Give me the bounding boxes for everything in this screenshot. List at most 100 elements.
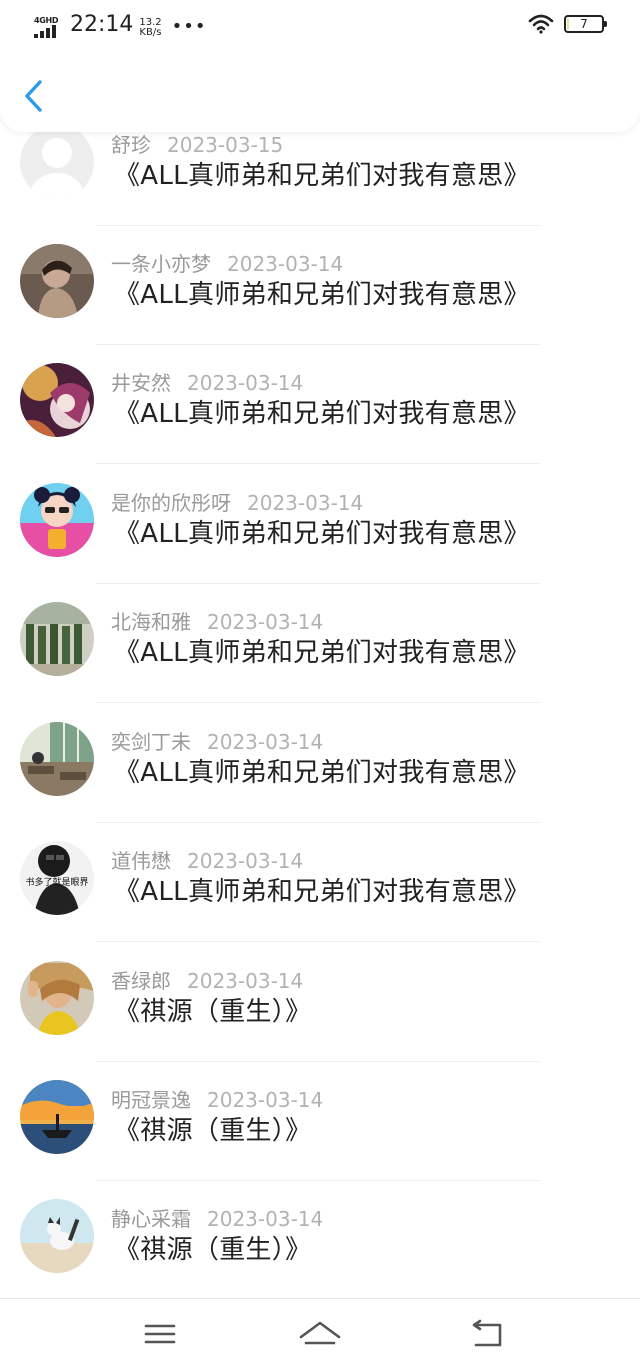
avatar[interactable] (20, 483, 94, 557)
list-item[interactable]: 北海和雅 2023-03-14 《ALL真师弟和兄弟们对我有意思》 (0, 602, 640, 721)
avatar[interactable] (20, 363, 94, 437)
avatar[interactable] (20, 244, 94, 318)
back-button[interactable] (20, 78, 48, 114)
avatar[interactable] (20, 1199, 94, 1273)
soldiers-avatar (20, 602, 94, 676)
date: 2023-03-14 (207, 1207, 324, 1231)
list-item[interactable]: 香绿郎 2023-03-14 《祺源（重生）》 (0, 961, 640, 1080)
anime-avatar (20, 363, 94, 437)
menu-icon (144, 1324, 176, 1344)
sunset-boat-avatar (20, 1080, 94, 1154)
battery-level: 7 (580, 17, 588, 31)
list-item[interactable]: 一条小亦梦 2023-03-14 《ALL真师弟和兄弟们对我有意思》 (0, 244, 640, 363)
divider (96, 941, 540, 942)
cat-avatar (20, 1199, 94, 1273)
status-left: 4GHD 22:14 13.2 KB/s ••• (34, 12, 207, 38)
book-title[interactable]: 《ALL真师弟和兄弟们对我有意思》 (114, 752, 530, 789)
signal-icon (34, 25, 56, 38)
avatar-text: 书多了就是眼界 (25, 876, 88, 888)
cartoon-girl-avatar (20, 483, 94, 557)
avatar[interactable] (20, 722, 94, 796)
system-nav-bar (0, 1298, 640, 1372)
girl-photo-avatar (20, 244, 94, 318)
user-name[interactable]: 奕剑丁未 (111, 730, 191, 754)
book-title[interactable]: 《祺源（重生）》 (114, 991, 311, 1028)
avatar[interactable] (20, 125, 94, 199)
network-label: 4GHD (34, 16, 59, 25)
book-title[interactable]: 《祺源（重生）》 (114, 1229, 311, 1266)
sunny-girl-avatar (20, 961, 94, 1035)
list-item[interactable]: 书多了就是眼界 道伟懋 2023-03-14 《ALL真师弟和兄弟们对我有意思》 (0, 841, 640, 960)
speed-unit: KB/s (139, 27, 162, 38)
back-icon (472, 1319, 502, 1347)
top-header (0, 52, 640, 132)
meta: 奕剑丁未 2023-03-14 (111, 726, 323, 755)
divider (96, 225, 540, 226)
meta: 北海和雅 2023-03-14 (111, 606, 323, 635)
book-title[interactable]: 《ALL真师弟和兄弟们对我有意思》 (114, 155, 530, 192)
date: 2023-03-14 (207, 1088, 324, 1112)
meta: 香绿郎 2023-03-14 (111, 965, 303, 994)
list-item[interactable]: 明冠景逸 2023-03-14 《祺源（重生）》 (0, 1080, 640, 1199)
book-title[interactable]: 《ALL真师弟和兄弟们对我有意思》 (114, 632, 530, 669)
signal-indicator: 4GHD (34, 16, 64, 38)
home-button[interactable] (298, 1317, 342, 1351)
bw-text-avatar: 书多了就是眼界 (20, 841, 94, 915)
date: 2023-03-14 (227, 252, 344, 276)
user-name[interactable]: 舒珍 (111, 133, 151, 157)
screen: 舒珍 2023-03-15 《ALL真师弟和兄弟们对我有意思》 一条小亦梦 2023… (0, 0, 640, 1372)
meta: 是你的欣彤呀 2023-03-14 (111, 487, 363, 516)
meta: 舒珍 2023-03-15 (111, 129, 283, 158)
chevron-left-icon (25, 80, 42, 112)
divider (96, 1180, 540, 1181)
user-name[interactable]: 北海和雅 (111, 610, 191, 634)
user-name[interactable]: 明冠景逸 (111, 1088, 191, 1112)
date: 2023-03-14 (207, 610, 324, 634)
battery-icon: 7 (564, 15, 607, 33)
divider (96, 1061, 540, 1062)
avatar[interactable]: 书多了就是眼界 (20, 841, 94, 915)
meta: 井安然 2023-03-14 (111, 367, 303, 396)
more-icon: ••• (171, 16, 207, 37)
book-title[interactable]: 《祺源（重生）》 (114, 1110, 311, 1147)
user-name[interactable]: 一条小亦梦 (111, 252, 211, 276)
wifi-icon (528, 14, 554, 34)
date: 2023-03-14 (187, 969, 304, 993)
avatar[interactable] (20, 961, 94, 1035)
status-right: 7 (528, 14, 607, 34)
book-title[interactable]: 《ALL真师弟和兄弟们对我有意思》 (114, 393, 530, 430)
list-item[interactable]: 奕剑丁未 2023-03-14 《ALL真师弟和兄弟们对我有意思》 (0, 722, 640, 841)
date: 2023-03-14 (247, 491, 364, 515)
classroom-avatar (20, 722, 94, 796)
meta: 明冠景逸 2023-03-14 (111, 1084, 323, 1113)
date: 2023-03-14 (187, 849, 304, 873)
divider (96, 344, 540, 345)
date: 2023-03-14 (207, 730, 324, 754)
divider (96, 583, 540, 584)
back-nav-button[interactable] (468, 1317, 508, 1351)
user-name[interactable]: 香绿郎 (111, 969, 171, 993)
meta: 静心采霜 2023-03-14 (111, 1203, 323, 1232)
user-name[interactable]: 静心采霜 (111, 1207, 191, 1231)
list-item[interactable]: 舒珍 2023-03-15 《ALL真师弟和兄弟们对我有意思》 (0, 125, 640, 244)
avatar[interactable] (20, 1080, 94, 1154)
divider (96, 702, 540, 703)
list-item[interactable]: 井安然 2023-03-14 《ALL真师弟和兄弟们对我有意思》 (0, 363, 640, 482)
user-name[interactable]: 是你的欣彤呀 (111, 491, 231, 515)
meta: 道伟懋 2023-03-14 (111, 845, 303, 874)
home-icon (299, 1321, 341, 1345)
date: 2023-03-14 (187, 371, 304, 395)
divider (96, 463, 540, 464)
avatar[interactable] (20, 602, 94, 676)
book-title[interactable]: 《ALL真师弟和兄弟们对我有意思》 (114, 513, 530, 550)
book-title[interactable]: 《ALL真师弟和兄弟们对我有意思》 (114, 274, 530, 311)
meta: 一条小亦梦 2023-03-14 (111, 248, 343, 277)
divider (96, 822, 540, 823)
user-name[interactable]: 道伟懋 (111, 849, 171, 873)
book-title[interactable]: 《ALL真师弟和兄弟们对我有意思》 (114, 871, 530, 908)
list-item[interactable]: 是你的欣彤呀 2023-03-14 《ALL真师弟和兄弟们对我有意思》 (0, 483, 640, 602)
network-speed: 13.2 KB/s (139, 18, 161, 38)
user-name[interactable]: 井安然 (111, 371, 171, 395)
menu-button[interactable] (140, 1317, 180, 1351)
status-bar: 4GHD 22:14 13.2 KB/s ••• 7 (0, 0, 640, 52)
